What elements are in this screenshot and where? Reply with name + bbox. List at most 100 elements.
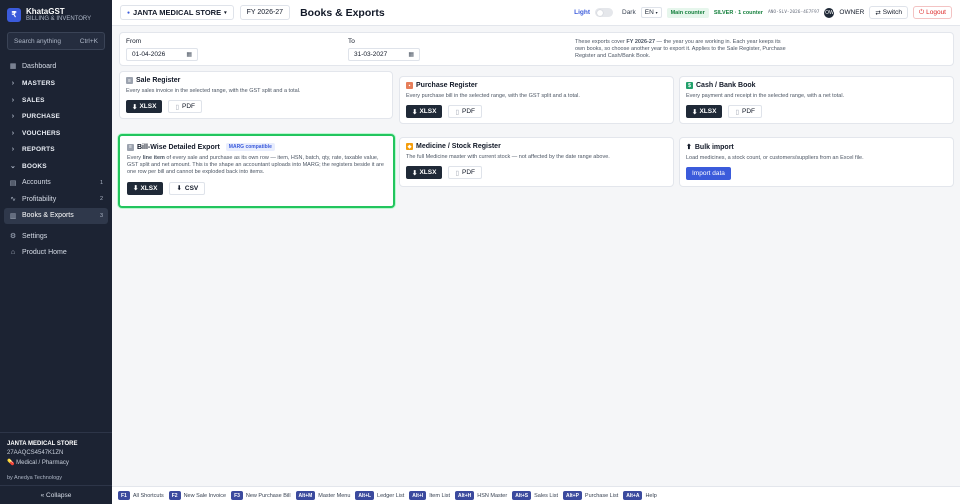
- medicine-pdf-button[interactable]: ▯ PDF: [448, 166, 483, 180]
- sidebar-item-masters[interactable]: › MASTERS: [0, 76, 112, 93]
- medicine-xlsx-button[interactable]: ⬇ XLSX: [406, 166, 443, 180]
- sidebar-item-books-exports[interactable]: ▥ Books & Exports 3: [4, 207, 108, 224]
- shortcut-label: Purchase List: [584, 492, 619, 499]
- download-icon: ⬇: [412, 108, 418, 116]
- sidebar-item-label: Product Home: [22, 249, 67, 257]
- bill-wise-export-card: ≡ Bill-Wise Detailed Export MARG compati…: [118, 134, 395, 208]
- bill-wise-csv-label: CSV: [184, 184, 199, 192]
- cash-xlsx-button[interactable]: ⬇ XLSX: [686, 105, 723, 119]
- avatar[interactable]: OW: [824, 7, 835, 18]
- store-selector[interactable]: ● JANTA MEDICAL STORE ▾: [120, 5, 234, 20]
- shortcut-alt-s[interactable]: Alt+S Sales List: [512, 491, 558, 500]
- bill-wise-export-actions: ⬇ XLSX ⬇ CSV: [127, 181, 386, 195]
- store-gstin: 27AAQCS4547K1ZN: [7, 450, 64, 456]
- chevron-icon: ›: [11, 113, 15, 121]
- shortcut-key: F3: [231, 491, 243, 500]
- chevron-down-icon: ▾: [224, 9, 227, 16]
- language-selector[interactable]: EN ▾: [640, 7, 662, 18]
- from-date-input[interactable]: 01-04-2026 ▦: [126, 48, 198, 61]
- date-range-card: From 01-04-2026 ▦ To 31-03-2027 ▦ These …: [119, 32, 954, 66]
- download-icon: ⬇: [176, 185, 182, 193]
- calendar-icon: ▦: [186, 52, 192, 58]
- sidebar-item-settings[interactable]: ⚙ Settings: [0, 228, 112, 245]
- import-data-button[interactable]: Import data: [686, 167, 731, 181]
- sidebar-search[interactable]: Search anything Ctrl+K: [7, 32, 105, 50]
- brand: ₹ KhataGST BILLING & INVENTORY: [0, 0, 112, 29]
- purchase-xlsx-label: XLSX: [419, 108, 437, 116]
- sidebar-item-label: REPORTS: [22, 146, 55, 154]
- sidebar-item-accounts[interactable]: ▤ Accounts 1: [0, 175, 112, 192]
- sidebar-item-profitability[interactable]: ∿ Profitability 2: [0, 191, 112, 208]
- collapse-button[interactable]: « Collapse: [0, 486, 112, 504]
- user-role: OWNER: [839, 9, 865, 16]
- theme-toggle[interactable]: [595, 8, 613, 17]
- cash-bank-book-title-text: Cash / Bank Book: [696, 82, 756, 89]
- cart-icon: ▪: [406, 82, 413, 89]
- sidebar-item-label: Profitability: [22, 195, 57, 203]
- shortcut-f2[interactable]: F2 New Sale Invoice: [168, 491, 227, 500]
- bill-wise-xlsx-button[interactable]: ⬇ XLSX: [127, 181, 164, 195]
- document-icon: ▯: [735, 108, 740, 116]
- nav-icon: ⚙: [9, 233, 17, 241]
- calendar-icon: ▦: [408, 52, 414, 58]
- sidebar-item-dashboard[interactable]: ▦ Dashboard: [0, 58, 112, 75]
- shortcut-f3[interactable]: F3 New Purchase Bill: [231, 491, 291, 500]
- logout-button[interactable]: ⏻ Logout: [912, 6, 952, 19]
- to-date-input[interactable]: 31-03-2027 ▦: [348, 48, 420, 61]
- top-header: ● JANTA MEDICAL STORE ▾ FY 2026-27 Books…: [112, 0, 960, 26]
- sidebar-item-sales[interactable]: › SALES: [0, 92, 112, 109]
- bill-wise-csv-button[interactable]: ⬇ CSV: [169, 181, 206, 195]
- sidebar-item-badge: 2: [99, 196, 103, 203]
- chevron-icon: ›: [11, 146, 15, 154]
- cash-icon: $: [686, 82, 693, 89]
- cash-bank-book-actions: ⬇ XLSX ▯ PDF: [686, 105, 947, 119]
- shortcut-label: New Sale Invoice: [183, 492, 227, 499]
- to-group: To 31-03-2027 ▦: [348, 38, 420, 61]
- shortcut-label: Ledger List: [377, 492, 405, 499]
- shortcut-key: Alt+P: [562, 491, 582, 500]
- sale-pdf-button[interactable]: ▯ PDF: [168, 100, 203, 114]
- shortcut-label: Sales List: [534, 492, 558, 499]
- shortcut-key: Alt+L: [355, 491, 375, 500]
- sidebar-item-books[interactable]: ⌄ BOOKS: [0, 158, 112, 175]
- license-key: ANO-SLV-2026-4E7F97: [767, 10, 820, 15]
- sidebar-item-product-home[interactable]: ⌂ Product Home: [0, 245, 112, 262]
- purchase-register-title: ▪ Purchase Register: [406, 82, 667, 89]
- sidebar-item-vouchers[interactable]: › VOUCHERS: [0, 125, 112, 142]
- sidebar-nav: ▦ Dashboard › MASTERS › SALES › PURCHASE › VOUCHE…: [0, 58, 112, 261]
- shortcut-f1[interactable]: F1 All Shortcuts: [118, 491, 164, 500]
- shortcut-alt-a[interactable]: Alt+A Help: [623, 491, 657, 500]
- swap-icon: ⇄: [875, 9, 881, 17]
- sidebar-item-reports[interactable]: › REPORTS: [0, 142, 112, 159]
- nav-icon: ⌂: [10, 249, 16, 257]
- sidebar-item-label: Accounts: [22, 179, 51, 187]
- purchase-pdf-button[interactable]: ▯ PDF: [448, 105, 483, 119]
- purchase-xlsx-button[interactable]: ⬇ XLSX: [406, 105, 443, 119]
- from-date-value: 01-04-2026: [132, 51, 166, 58]
- sidebar-footer: JANTA MEDICAL STORE 27AAQCS4547K1ZN 💊 Me…: [0, 432, 112, 504]
- shortcut-alt-m[interactable]: Alt+M Master Menu: [295, 491, 350, 500]
- store-info: JANTA MEDICAL STORE 27AAQCS4547K1ZN 💊 Me…: [0, 432, 112, 466]
- bulk-import-title: ⬆ Bulk import: [686, 143, 947, 152]
- sidebar-item-label: PURCHASE: [22, 113, 61, 121]
- nav-icon: ▦: [9, 63, 17, 71]
- fy-selector[interactable]: FY 2026-27: [239, 5, 291, 20]
- store-type: 💊 Medical / Pharmacy: [7, 459, 105, 466]
- shortcut-alt-i[interactable]: Alt+I Item List: [409, 491, 450, 500]
- shortcut-alt-l[interactable]: Alt+L Ledger List: [355, 491, 404, 500]
- sale-xlsx-button[interactable]: ⬇ XLSX: [126, 100, 163, 114]
- sale-register-card: ≡ Sale Register Every sales invoice in t…: [119, 71, 393, 119]
- counter-badge: Main counter: [666, 7, 709, 18]
- sidebar-item-purchase[interactable]: › PURCHASE: [0, 109, 112, 126]
- sidebar-item-badge: 3: [99, 212, 103, 219]
- purchase-pdf-label: PDF: [462, 108, 476, 116]
- sale-pdf-label: PDF: [182, 103, 196, 111]
- medicine-pdf-label: PDF: [462, 169, 476, 177]
- switch-button[interactable]: ⇄ Switch: [869, 6, 908, 19]
- cash-pdf-button[interactable]: ▯ PDF: [728, 105, 763, 119]
- sidebar-item-label: MASTERS: [22, 80, 56, 88]
- brand-name: KhataGST: [26, 7, 65, 16]
- shortcut-alt-p[interactable]: Alt+P Purchase List: [562, 491, 619, 500]
- shortcut-alt-h[interactable]: Alt+H HSN Master: [455, 491, 507, 500]
- range-note-pre: These exports cover: [575, 39, 627, 45]
